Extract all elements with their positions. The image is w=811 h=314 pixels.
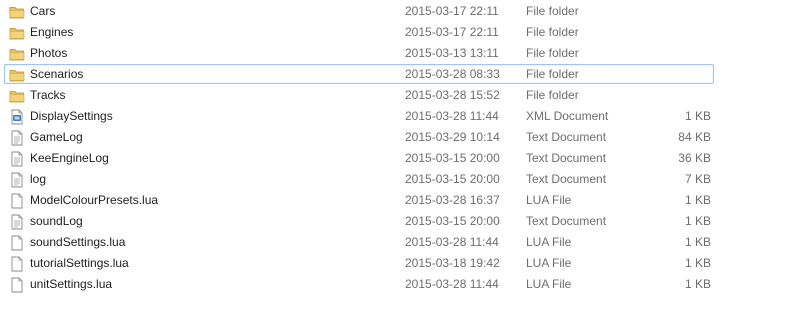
- file-size: 1 KB: [684, 214, 711, 228]
- file-row-tracks[interactable]: Tracks 2015-03-28 15:52 File folder: [4, 85, 714, 105]
- file-row-modelcolourpresets[interactable]: ModelColourPresets.lua 2015-03-28 16:37 …: [4, 190, 714, 210]
- file-row-scenarios[interactable]: Scenarios 2015-03-28 08:33 File folder: [4, 64, 714, 84]
- file-name: soundSettings.lua: [30, 235, 126, 249]
- file-type: LUA File: [526, 193, 572, 207]
- file-size: 1 KB: [684, 109, 711, 123]
- folder-icon: [9, 25, 25, 41]
- file-size: 1 KB: [684, 235, 711, 249]
- file-row-unitsettings[interactable]: unitSettings.lua 2015-03-28 11:44 LUA Fi…: [4, 274, 714, 294]
- file-name: unitSettings.lua: [30, 277, 113, 291]
- file-name: ModelColourPresets.lua: [30, 193, 159, 207]
- file-icon: [9, 235, 25, 251]
- text-document-icon: [9, 172, 25, 188]
- file-date-modified: 2015-03-17 22:11: [405, 25, 499, 39]
- file-type: XML Document: [526, 109, 609, 123]
- file-size: 7 KB: [684, 172, 711, 186]
- file-type: File folder: [526, 46, 579, 60]
- file-row-tutorialsettings[interactable]: tutorialSettings.lua 2015-03-18 19:42 LU…: [4, 253, 714, 273]
- file-name: soundLog: [30, 214, 83, 228]
- folder-icon: [9, 67, 25, 83]
- folder-icon: [9, 46, 25, 62]
- file-type: Text Document: [526, 214, 607, 228]
- file-icon: [9, 277, 25, 293]
- folder-icon: [9, 88, 25, 104]
- file-type: File folder: [526, 25, 579, 39]
- file-name: Photos: [30, 46, 68, 60]
- file-date-modified: 2015-03-28 08:33: [405, 67, 500, 81]
- file-type: LUA File: [526, 256, 572, 270]
- folder-icon: [9, 4, 25, 20]
- xml-document-icon: [9, 109, 25, 125]
- file-date-modified: 2015-03-18 19:42: [405, 256, 500, 270]
- file-row-photos[interactable]: Photos 2015-03-13 13:11 File folder: [4, 43, 714, 63]
- file-icon: [9, 256, 25, 272]
- file-type: File folder: [526, 4, 579, 18]
- file-type: LUA File: [526, 277, 572, 291]
- file-name: GameLog: [30, 130, 83, 144]
- file-date-modified: 2015-03-15 20:00: [405, 151, 500, 165]
- file-date-modified: 2015-03-17 22:11: [405, 4, 499, 18]
- file-name: Tracks: [30, 88, 66, 102]
- file-size: 1 KB: [684, 193, 711, 207]
- file-row-gamelog[interactable]: GameLog 2015-03-29 10:14 Text Document 8…: [4, 127, 714, 147]
- file-type: LUA File: [526, 235, 572, 249]
- file-size: 84 KB: [678, 130, 711, 144]
- file-type: Text Document: [526, 151, 607, 165]
- file-name: Cars: [30, 4, 56, 18]
- file-row-cars[interactable]: Cars 2015-03-17 22:11 File folder: [4, 1, 714, 21]
- file-type: Text Document: [526, 130, 607, 144]
- file-date-modified: 2015-03-15 20:00: [405, 214, 500, 228]
- file-name: Scenarios: [30, 67, 84, 81]
- file-name: DisplaySettings: [30, 109, 113, 123]
- file-row-displaysettings[interactable]: DisplaySettings 2015-03-28 11:44 XML Doc…: [4, 106, 714, 126]
- file-date-modified: 2015-03-13 13:11: [405, 46, 499, 60]
- file-size: 1 KB: [684, 277, 711, 291]
- text-document-icon: [9, 151, 25, 167]
- file-icon: [9, 193, 25, 209]
- file-row-log[interactable]: log 2015-03-15 20:00 Text Document 7 KB: [4, 169, 714, 189]
- file-name: KeeEngineLog: [30, 151, 109, 165]
- file-size: 36 KB: [678, 151, 711, 165]
- file-date-modified: 2015-03-28 16:37: [405, 193, 500, 207]
- file-type: File folder: [526, 88, 579, 102]
- text-document-icon: [9, 130, 25, 146]
- file-row-soundsettings[interactable]: soundSettings.lua 2015-03-28 11:44 LUA F…: [4, 232, 714, 252]
- file-date-modified: 2015-03-15 20:00: [405, 172, 500, 186]
- file-name: log: [30, 172, 47, 186]
- file-date-modified: 2015-03-28 11:44: [405, 109, 499, 123]
- file-date-modified: 2015-03-28 11:44: [405, 235, 499, 249]
- file-name: tutorialSettings.lua: [30, 256, 129, 270]
- file-type: Text Document: [526, 172, 607, 186]
- file-type: File folder: [526, 67, 579, 81]
- file-date-modified: 2015-03-28 15:52: [405, 88, 500, 102]
- file-row-keeenginelog[interactable]: KeeEngineLog 2015-03-15 20:00 Text Docum…: [4, 148, 714, 168]
- file-date-modified: 2015-03-29 10:14: [405, 130, 500, 144]
- text-document-icon: [9, 214, 25, 230]
- file-name: Engines: [30, 25, 74, 39]
- file-row-soundlog[interactable]: soundLog 2015-03-15 20:00 Text Document …: [4, 211, 714, 231]
- file-size: 1 KB: [684, 256, 711, 270]
- file-row-engines[interactable]: Engines 2015-03-17 22:11 File folder: [4, 22, 714, 42]
- file-date-modified: 2015-03-28 11:44: [405, 277, 499, 291]
